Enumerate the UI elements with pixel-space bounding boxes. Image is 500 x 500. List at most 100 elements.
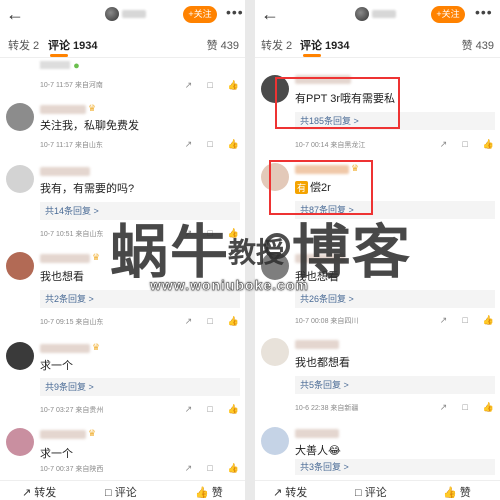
share-icon[interactable]: ↗ xyxy=(440,315,448,325)
tab-comments[interactable]: 评论 1934 xyxy=(48,37,98,53)
like-icon[interactable]: 👍 xyxy=(228,463,239,473)
comment-meta: 10-6 22:38 来自新疆 xyxy=(295,405,359,412)
comment-text: 求一个 xyxy=(40,360,73,372)
username-blurred[interactable] xyxy=(40,344,90,353)
comment-meta: 10-7 11:57 来自河南 xyxy=(40,82,103,89)
comment-text: 我也想看 xyxy=(40,271,84,283)
reply-count-link[interactable]: 共26条回复 > xyxy=(295,290,495,308)
active-tab-underline xyxy=(50,54,68,57)
like-icon[interactable]: 👍 xyxy=(483,402,494,412)
tab-repost[interactable]: 转发 2 xyxy=(261,37,292,53)
avatar[interactable] xyxy=(261,252,289,280)
like-icon[interactable]: 👍 xyxy=(483,315,494,325)
comment-meta: 10-7 00:08 来自四川 xyxy=(295,318,359,325)
comment-actions: ↗ □ 👍 xyxy=(170,404,239,415)
bottom-like-button[interactable]: 👍 赞 xyxy=(195,484,223,500)
like-icon[interactable]: 👍 xyxy=(483,139,494,149)
more-dots-icon[interactable]: ••• xyxy=(475,4,493,20)
comment-icon[interactable]: □ xyxy=(207,463,212,473)
crown-icon: ♛ xyxy=(92,342,101,352)
reply-count-link[interactable]: 共3条回复 > xyxy=(295,459,495,475)
username-blurred[interactable] xyxy=(295,429,339,438)
share-icon[interactable]: ↗ xyxy=(185,316,193,326)
avatar[interactable] xyxy=(6,165,34,193)
crown-icon: ♛ xyxy=(351,163,360,173)
username-blurred[interactable] xyxy=(40,430,86,439)
reply-count-link[interactable]: 共5条回复 > xyxy=(295,376,495,394)
follow-button[interactable]: +关注 xyxy=(183,6,217,23)
comment-icon[interactable]: □ xyxy=(207,80,212,90)
comment-icon[interactable]: □ xyxy=(207,404,212,414)
poster-avatar[interactable] xyxy=(355,7,369,21)
reply-count-link[interactable]: 共9条回复 > xyxy=(40,378,240,396)
share-icon[interactable]: ↗ xyxy=(185,404,193,414)
share-icon[interactable]: ↗ xyxy=(440,402,448,412)
poster-name-blurred[interactable] xyxy=(372,10,396,18)
more-dots-icon[interactable]: ••• xyxy=(226,4,244,20)
bottom-comment-button[interactable]: □ 评论 xyxy=(105,484,137,500)
comment-icon[interactable]: □ xyxy=(462,402,467,412)
like-icon[interactable]: 👍 xyxy=(228,316,239,326)
poster-avatar[interactable] xyxy=(105,7,119,21)
username-blurred[interactable] xyxy=(40,105,86,114)
active-tab-underline xyxy=(303,54,321,57)
bottom-comment-button[interactable]: □ 评论 xyxy=(355,484,387,500)
back-arrow-icon[interactable]: ← xyxy=(261,4,279,24)
username-blurred[interactable] xyxy=(40,254,90,263)
tab-comments[interactable]: 评论 1934 xyxy=(300,37,350,53)
comment-text: 我有，有需要的吗? xyxy=(40,183,135,195)
avatar[interactable] xyxy=(261,163,289,191)
poster-name-blurred[interactable] xyxy=(122,10,146,18)
tab-likes[interactable]: 赞 439 xyxy=(207,37,239,53)
comment-icon[interactable]: □ xyxy=(207,139,212,149)
like-icon[interactable]: 👍 xyxy=(228,228,239,238)
bottom-like-label: 赞 xyxy=(459,487,471,499)
share-icon[interactable]: ↗ xyxy=(440,139,448,149)
avatar[interactable] xyxy=(261,427,289,455)
avatar[interactable] xyxy=(6,342,34,370)
bottom-repost-button[interactable]: ↗ 转发 xyxy=(22,484,56,500)
avatar[interactable] xyxy=(261,338,289,366)
like-icon[interactable]: 👍 xyxy=(228,139,239,149)
share-icon[interactable]: ↗ xyxy=(185,80,193,90)
back-arrow-icon[interactable]: ← xyxy=(6,4,24,24)
reply-count-link[interactable]: 共2条回复 > xyxy=(40,290,240,308)
bottom-like-button[interactable]: 👍 赞 xyxy=(443,484,471,500)
avatar[interactable] xyxy=(6,428,34,456)
share-icon[interactable]: ↗ xyxy=(185,463,193,473)
bottom-comment-label: 评论 xyxy=(114,487,137,499)
share-icon[interactable]: ↗ xyxy=(185,228,193,238)
comment-icon[interactable]: □ xyxy=(462,139,467,149)
crown-icon: ♛ xyxy=(92,252,101,262)
username-blurred[interactable] xyxy=(295,254,345,263)
reply-count-link[interactable]: 共14条回复 > xyxy=(40,202,240,220)
bottom-repost-label: 转发 xyxy=(34,487,57,499)
reply-count-link[interactable]: 共185条回复 > xyxy=(295,112,495,130)
reply-count-link[interactable]: 共87条回复 > xyxy=(295,201,495,219)
username-blurred[interactable] xyxy=(295,340,339,349)
like-icon: 👍 xyxy=(443,487,457,499)
comment-actions: ↗ □ 👍 xyxy=(425,402,494,413)
avatar[interactable] xyxy=(6,252,34,280)
comment-text: 有偿2r xyxy=(295,179,331,195)
panel-divider xyxy=(245,0,255,500)
follow-button[interactable]: +关注 xyxy=(431,6,465,23)
comment-icon: □ xyxy=(105,487,112,499)
tab-repost[interactable]: 转发 2 xyxy=(8,37,39,53)
comment-actions: ↗ □ 👍 xyxy=(170,316,239,327)
avatar[interactable] xyxy=(261,75,289,103)
username-blurred[interactable] xyxy=(295,75,351,84)
comment-icon[interactable]: □ xyxy=(462,315,467,325)
username-blurred[interactable] xyxy=(295,165,349,174)
bottom-like-label: 赞 xyxy=(211,487,223,499)
like-icon[interactable]: 👍 xyxy=(228,404,239,414)
tab-likes[interactable]: 赞 439 xyxy=(462,37,494,53)
comment-actions: ↗ □ 👍 xyxy=(170,463,239,474)
comment-icon[interactable]: □ xyxy=(207,316,212,326)
username-blurred[interactable] xyxy=(40,167,90,176)
comment-icon[interactable]: □ xyxy=(207,228,212,238)
avatar[interactable] xyxy=(6,103,34,131)
share-icon[interactable]: ↗ xyxy=(185,139,193,149)
like-icon[interactable]: 👍 xyxy=(228,80,239,90)
bottom-repost-button[interactable]: ↗ 转发 xyxy=(273,484,307,500)
